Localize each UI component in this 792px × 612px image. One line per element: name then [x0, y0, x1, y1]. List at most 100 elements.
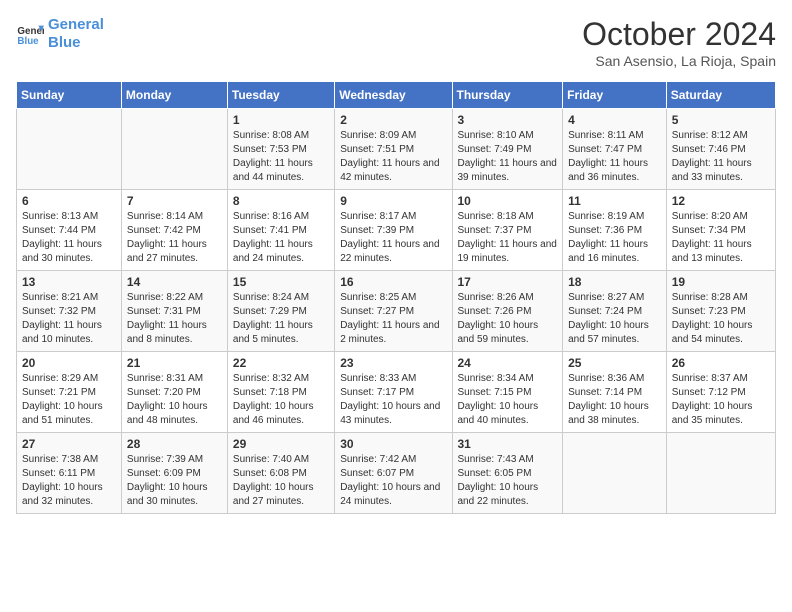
day-info: Sunrise: 8:36 AM Sunset: 7:14 PM Dayligh…	[568, 372, 661, 428]
calendar-cell: 25Sunrise: 8:36 AM Sunset: 7:14 PM Dayli…	[563, 352, 667, 433]
week-row-4: 20Sunrise: 8:29 AM Sunset: 7:21 PM Dayli…	[17, 352, 776, 433]
day-info: Sunrise: 8:32 AM Sunset: 7:18 PM Dayligh…	[233, 372, 329, 428]
day-number: 27	[22, 437, 116, 451]
calendar-cell	[17, 109, 122, 190]
day-info: Sunrise: 7:40 AM Sunset: 6:08 PM Dayligh…	[233, 453, 329, 509]
calendar-cell: 20Sunrise: 8:29 AM Sunset: 7:21 PM Dayli…	[17, 352, 122, 433]
day-number: 30	[340, 437, 446, 451]
day-info: Sunrise: 8:19 AM Sunset: 7:36 PM Dayligh…	[568, 210, 661, 266]
svg-text:Blue: Blue	[17, 36, 39, 47]
day-info: Sunrise: 7:39 AM Sunset: 6:09 PM Dayligh…	[127, 453, 222, 509]
header-day-wednesday: Wednesday	[335, 82, 452, 109]
day-number: 11	[568, 194, 661, 208]
calendar-cell: 2Sunrise: 8:09 AM Sunset: 7:51 PM Daylig…	[335, 109, 452, 190]
day-info: Sunrise: 8:33 AM Sunset: 7:17 PM Dayligh…	[340, 372, 446, 428]
header-day-sunday: Sunday	[17, 82, 122, 109]
calendar-cell: 5 Sunrise: 8:12 AM Sunset: 7:46 PM Daylig…	[666, 109, 775, 190]
calendar-cell: 3Sunrise: 8:10 AM Sunset: 7:49 PM Daylig…	[452, 109, 563, 190]
day-number: 15	[233, 275, 329, 289]
logo: General Blue General Blue	[16, 16, 104, 52]
calendar-cell: 30 Sunrise: 7:42 AM Sunset: 6:07 PM Dayli…	[335, 433, 452, 514]
main-title: October 2024	[582, 16, 776, 53]
week-row-3: 13Sunrise: 8:21 AM Sunset: 7:32 PM Dayli…	[17, 271, 776, 352]
day-number: 14	[127, 275, 222, 289]
day-number: 4	[568, 113, 661, 127]
logo-line2: Blue	[48, 34, 81, 51]
calendar-cell: 12 Sunrise: 8:20 AM Sunset: 7:34 PM Dayli…	[666, 190, 775, 271]
day-number: 19	[672, 275, 770, 289]
day-number: 26	[672, 356, 770, 370]
header-day-thursday: Thursday	[452, 82, 563, 109]
calendar-cell: 28 Sunrise: 7:39 AM Sunset: 6:09 PM Dayli…	[121, 433, 227, 514]
calendar-cell: 10 Sunrise: 8:18 AM Sunset: 7:37 PM Dayli…	[452, 190, 563, 271]
day-info: Sunrise: 8:37 AM Sunset: 7:12 PM Dayligh…	[672, 372, 770, 428]
page-header: General Blue General Blue October 2024 S…	[16, 16, 776, 69]
week-row-1: 1 Sunrise: 8:08 AM Sunset: 7:53 PM Daylig…	[17, 109, 776, 190]
title-block: October 2024 San Asensio, La Rioja, Spai…	[582, 16, 776, 69]
calendar-cell: 27Sunrise: 7:38 AM Sunset: 6:11 PM Dayli…	[17, 433, 122, 514]
calendar-cell: 22 Sunrise: 8:32 AM Sunset: 7:18 PM Dayli…	[227, 352, 334, 433]
day-info: Sunrise: 8:10 AM Sunset: 7:49 PM Dayligh…	[458, 129, 558, 185]
header-day-tuesday: Tuesday	[227, 82, 334, 109]
logo-line1: General	[48, 16, 104, 33]
calendar-cell: 16 Sunrise: 8:25 AM Sunset: 7:27 PM Dayli…	[335, 271, 452, 352]
day-info: Sunrise: 8:25 AM Sunset: 7:27 PM Dayligh…	[340, 291, 446, 347]
day-info: Sunrise: 8:18 AM Sunset: 7:37 PM Dayligh…	[458, 210, 558, 266]
header-row: SundayMondayTuesdayWednesdayThursdayFrid…	[17, 82, 776, 109]
week-row-2: 6Sunrise: 8:13 AM Sunset: 7:44 PM Daylig…	[17, 190, 776, 271]
day-number: 5	[672, 113, 770, 127]
calendar-cell: 18Sunrise: 8:27 AM Sunset: 7:24 PM Dayli…	[563, 271, 667, 352]
day-info: Sunrise: 8:12 AM Sunset: 7:46 PM Dayligh…	[672, 129, 770, 185]
day-number: 21	[127, 356, 222, 370]
header-day-saturday: Saturday	[666, 82, 775, 109]
calendar-cell: 31 Sunrise: 7:43 AM Sunset: 6:05 PM Dayli…	[452, 433, 563, 514]
day-info: Sunrise: 7:42 AM Sunset: 6:07 PM Dayligh…	[340, 453, 446, 509]
calendar-cell: 17Sunrise: 8:26 AM Sunset: 7:26 PM Dayli…	[452, 271, 563, 352]
day-number: 12	[672, 194, 770, 208]
day-info: Sunrise: 8:17 AM Sunset: 7:39 PM Dayligh…	[340, 210, 446, 266]
calendar-cell: 8Sunrise: 8:16 AM Sunset: 7:41 PM Daylig…	[227, 190, 334, 271]
calendar-cell: 7 Sunrise: 8:14 AM Sunset: 7:42 PM Daylig…	[121, 190, 227, 271]
day-number: 24	[458, 356, 558, 370]
calendar-cell	[666, 433, 775, 514]
calendar-cell	[563, 433, 667, 514]
day-info: Sunrise: 8:34 AM Sunset: 7:15 PM Dayligh…	[458, 372, 558, 428]
calendar-cell: 9 Sunrise: 8:17 AM Sunset: 7:39 PM Daylig…	[335, 190, 452, 271]
day-number: 2	[340, 113, 446, 127]
calendar-cell: 29 Sunrise: 7:40 AM Sunset: 6:08 PM Dayli…	[227, 433, 334, 514]
calendar-cell: 14 Sunrise: 8:22 AM Sunset: 7:31 PM Dayli…	[121, 271, 227, 352]
calendar-cell: 26 Sunrise: 8:37 AM Sunset: 7:12 PM Dayli…	[666, 352, 775, 433]
calendar-cell: 4 Sunrise: 8:11 AM Sunset: 7:47 PM Daylig…	[563, 109, 667, 190]
logo-text: General Blue	[48, 16, 104, 52]
day-info: Sunrise: 8:27 AM Sunset: 7:24 PM Dayligh…	[568, 291, 661, 347]
day-info: Sunrise: 8:11 AM Sunset: 7:47 PM Dayligh…	[568, 129, 661, 185]
day-info: Sunrise: 8:22 AM Sunset: 7:31 PM Dayligh…	[127, 291, 222, 347]
day-info: Sunrise: 8:24 AM Sunset: 7:29 PM Dayligh…	[233, 291, 329, 347]
week-row-5: 27Sunrise: 7:38 AM Sunset: 6:11 PM Dayli…	[17, 433, 776, 514]
calendar-cell	[121, 109, 227, 190]
calendar-cell: 24 Sunrise: 8:34 AM Sunset: 7:15 PM Dayli…	[452, 352, 563, 433]
day-info: Sunrise: 8:14 AM Sunset: 7:42 PM Dayligh…	[127, 210, 222, 266]
day-info: Sunrise: 8:20 AM Sunset: 7:34 PM Dayligh…	[672, 210, 770, 266]
day-number: 16	[340, 275, 446, 289]
calendar-cell: 1 Sunrise: 8:08 AM Sunset: 7:53 PM Daylig…	[227, 109, 334, 190]
day-number: 10	[458, 194, 558, 208]
day-number: 22	[233, 356, 329, 370]
day-info: Sunrise: 8:31 AM Sunset: 7:20 PM Dayligh…	[127, 372, 222, 428]
day-info: Sunrise: 8:16 AM Sunset: 7:41 PM Dayligh…	[233, 210, 329, 266]
day-number: 1	[233, 113, 329, 127]
day-number: 31	[458, 437, 558, 451]
day-number: 20	[22, 356, 116, 370]
header-day-monday: Monday	[121, 82, 227, 109]
day-number: 7	[127, 194, 222, 208]
day-info: Sunrise: 7:43 AM Sunset: 6:05 PM Dayligh…	[458, 453, 558, 509]
day-info: Sunrise: 8:08 AM Sunset: 7:53 PM Dayligh…	[233, 129, 329, 185]
calendar-table: SundayMondayTuesdayWednesdayThursdayFrid…	[16, 81, 776, 514]
calendar-cell: 15 Sunrise: 8:24 AM Sunset: 7:29 PM Dayli…	[227, 271, 334, 352]
calendar-cell: 11 Sunrise: 8:19 AM Sunset: 7:36 PM Dayli…	[563, 190, 667, 271]
day-number: 29	[233, 437, 329, 451]
header-day-friday: Friday	[563, 82, 667, 109]
day-number: 28	[127, 437, 222, 451]
calendar-cell: 19Sunrise: 8:28 AM Sunset: 7:23 PM Dayli…	[666, 271, 775, 352]
day-number: 9	[340, 194, 446, 208]
